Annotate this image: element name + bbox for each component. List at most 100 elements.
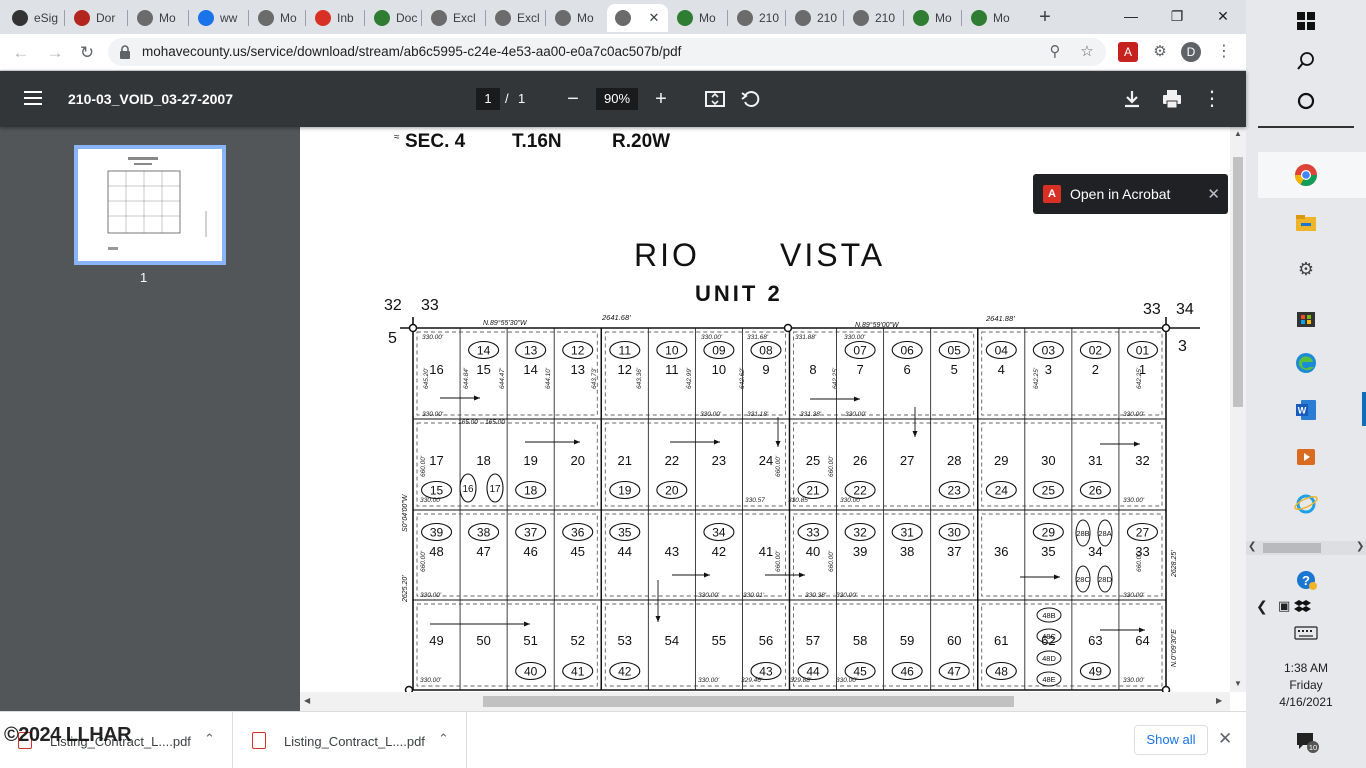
tray-scroll-thumb[interactable]: [1263, 543, 1321, 553]
lot-number: 51: [523, 633, 537, 648]
zoom-level-input[interactable]: 90%: [596, 88, 638, 110]
hamburger-menu-icon[interactable]: [24, 89, 42, 107]
internet-explorer-icon[interactable]: [1293, 490, 1319, 516]
lot-number: 40: [806, 544, 820, 559]
edge-icon[interactable]: [1293, 350, 1319, 376]
parcel-number: 02: [1089, 344, 1103, 358]
tray-scroll-left-icon[interactable]: ❮: [1248, 541, 1256, 552]
parcel-number: 46: [900, 665, 914, 679]
file-explorer-icon[interactable]: [1293, 210, 1319, 236]
browser-tab[interactable]: Doc: [366, 4, 420, 32]
browser-tab[interactable]: Mo: [129, 4, 187, 32]
parcel-number: 34: [712, 526, 726, 540]
word-icon[interactable]: W: [1293, 397, 1319, 423]
scroll-left-arrow-icon[interactable]: ◀: [304, 696, 310, 705]
browser-tab[interactable]: Inb: [307, 4, 363, 32]
cortana-icon[interactable]: [1293, 88, 1319, 114]
reload-button[interactable]: ↻: [74, 40, 100, 66]
windows-start-icon[interactable]: [1293, 8, 1319, 34]
browser-tab[interactable]: Dor: [66, 4, 126, 32]
search-icon[interactable]: [1293, 48, 1319, 74]
show-all-button[interactable]: Show all: [1134, 725, 1208, 755]
close-downloads-icon[interactable]: ✕: [1218, 729, 1232, 749]
tray-scroll-right-icon[interactable]: ❯: [1356, 541, 1364, 552]
settings-gear-icon[interactable]: ⚙: [1293, 256, 1319, 282]
help-icon[interactable]: ?: [1293, 567, 1319, 593]
keyboard-icon[interactable]: [1294, 626, 1318, 640]
browser-tab[interactable]: 210: [729, 4, 784, 32]
parcel-number: 17: [489, 484, 501, 495]
browser-tab[interactable]: Mo: [547, 4, 604, 32]
chrome-menu-icon[interactable]: ⋮: [1214, 42, 1234, 62]
browser-tab[interactable]: Mo: [669, 4, 726, 32]
download-item[interactable]: Listing_Contract_L....pdf ⌃: [234, 712, 467, 768]
browser-tab[interactable]: ww: [190, 4, 248, 32]
browser-tab[interactable]: 210: [845, 4, 902, 32]
page-number-input[interactable]: 1: [476, 88, 500, 110]
close-tab-icon[interactable]: ✕: [646, 10, 662, 26]
browser-tab[interactable]: Excl: [487, 4, 544, 32]
zoom-out-icon[interactable]: −: [561, 87, 585, 111]
close-popup-icon[interactable]: ✕: [1207, 185, 1220, 203]
browser-tab[interactable]: Mo: [250, 4, 304, 32]
scroll-down-arrow-icon[interactable]: ▼: [1234, 679, 1242, 688]
scroll-right-arrow-icon[interactable]: ▶: [1216, 696, 1222, 705]
forward-button[interactable]: →: [42, 40, 68, 66]
open-in-acrobat-popup[interactable]: A Open in Acrobat ✕: [1033, 174, 1228, 214]
download-icon[interactable]: [1120, 87, 1144, 111]
zoom-in-icon[interactable]: +: [649, 87, 673, 111]
zoom-magnifier-icon[interactable]: ⚲: [1046, 43, 1064, 61]
lot-number: 20: [570, 453, 584, 468]
lot-number: 8: [809, 362, 816, 377]
tray-scrollbar[interactable]: ❮ ❯: [1246, 541, 1366, 555]
horizontal-scrollbar[interactable]: ◀ ▶: [300, 692, 1230, 711]
browser-tab[interactable]: 210: [787, 4, 842, 32]
close-window-button[interactable]: ✕: [1200, 4, 1246, 28]
browser-tab[interactable]: Mo: [963, 4, 1020, 32]
new-tab-button[interactable]: +: [1034, 6, 1056, 28]
more-actions-icon[interactable]: ⋮: [1200, 87, 1224, 111]
corner-label: 5: [388, 330, 397, 347]
back-button[interactable]: ←: [8, 40, 34, 66]
tray-chevron-icon[interactable]: ❮: [1256, 598, 1268, 615]
tab-favicon-icon: [74, 10, 90, 26]
restore-button[interactable]: ❐: [1154, 4, 1200, 28]
print-icon[interactable]: [1160, 87, 1184, 111]
map-title-vista: VISTA: [780, 237, 885, 273]
media-player-icon[interactable]: [1293, 444, 1319, 470]
browser-tab[interactable]: Mo: [905, 4, 960, 32]
meet-now-icon[interactable]: ▣: [1278, 598, 1290, 614]
chevron-up-icon[interactable]: ⌃: [204, 731, 215, 747]
tab-label: Mo: [993, 11, 1010, 25]
profile-avatar[interactable]: D: [1181, 42, 1201, 62]
notification-icon[interactable]: 10: [1294, 730, 1322, 754]
vertical-scroll-thumb[interactable]: [1233, 157, 1243, 407]
dropbox-icon[interactable]: [1294, 599, 1312, 615]
tab-separator: [64, 10, 65, 26]
bookmark-star-icon[interactable]: ☆: [1078, 43, 1096, 61]
vertical-scrollbar[interactable]: ▲ ▼: [1230, 127, 1246, 692]
rotate-icon[interactable]: [739, 87, 763, 111]
lot-dimension-label: 642.25': [1033, 367, 1040, 389]
distance-label: 2628.25': [1171, 550, 1178, 578]
scroll-up-arrow-icon[interactable]: ▲: [1234, 129, 1242, 138]
thumbnail-sidebar: 1: [0, 127, 300, 711]
browser-tab[interactable]: ✕: [607, 4, 668, 32]
arrow-head-icon: [1054, 574, 1060, 580]
browser-tab[interactable]: Excl: [423, 4, 483, 32]
address-bar[interactable]: mohavecounty.us/service/download/stream/…: [108, 38, 1106, 66]
browser-tab[interactable]: eSig: [4, 4, 64, 32]
chevron-up-icon[interactable]: ⌃: [438, 731, 449, 747]
page-thumbnail[interactable]: [74, 145, 226, 265]
extensions-puzzle-icon[interactable]: ⚙: [1150, 42, 1170, 62]
clock[interactable]: 1:38 AM Friday 4/16/2021: [1246, 660, 1366, 711]
pdf-title: 210-03_VOID_03-27-2007: [68, 91, 234, 107]
horizontal-scroll-thumb[interactable]: [483, 696, 1014, 707]
lot-number: 39: [853, 544, 867, 559]
chrome-icon[interactable]: [1293, 162, 1319, 188]
store-bag-icon[interactable]: [1293, 304, 1319, 330]
lot-dimension-label: 165.00: [458, 419, 478, 426]
acrobat-extension-icon[interactable]: A: [1118, 42, 1138, 62]
minimize-button[interactable]: —: [1108, 4, 1154, 28]
fit-to-page-icon[interactable]: [703, 87, 727, 111]
